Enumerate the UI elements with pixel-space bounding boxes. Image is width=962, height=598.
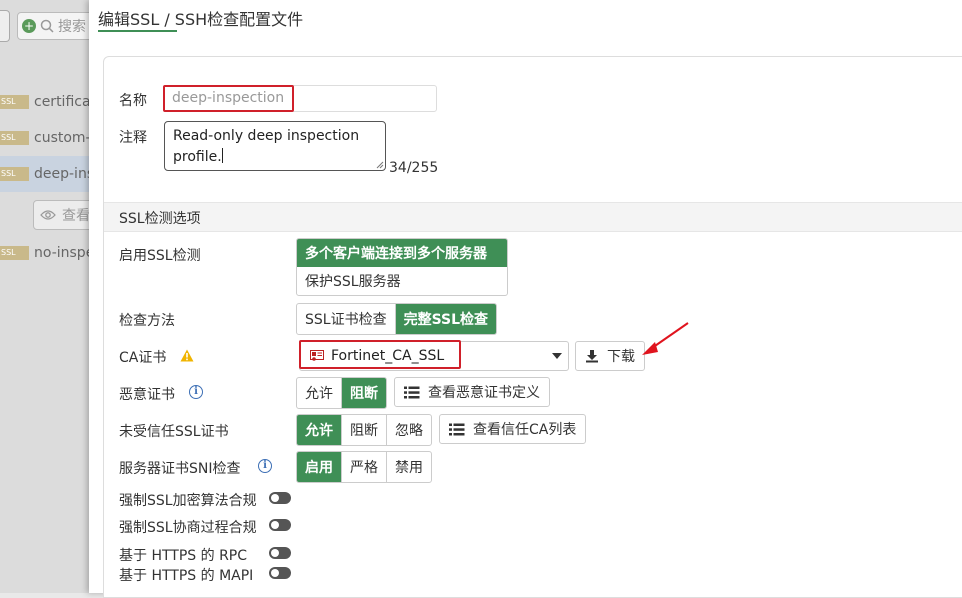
ssl-badge: SSL: [0, 131, 29, 145]
option-allow[interactable]: 允许: [297, 415, 342, 445]
list-item-label: certifica: [34, 94, 91, 110]
view-button-label: 查看: [62, 208, 90, 224]
enable-ssl-label: 启用SSL检测: [119, 248, 201, 264]
view-malicious-cert-button[interactable]: 查看恶意证书定义: [394, 377, 550, 407]
mapi-over-https-toggle[interactable]: [269, 567, 291, 579]
text-caret: [221, 148, 223, 163]
add-icon[interactable]: +: [22, 19, 36, 33]
option-ignore[interactable]: 忽略: [387, 415, 431, 445]
enforce-negotiation-compliance-toggle[interactable]: [269, 519, 291, 531]
enable-ssl-options: 多个客户端连接到多个服务器 保护SSL服务器: [296, 238, 508, 296]
option-block[interactable]: 阻断: [342, 378, 386, 408]
ca-cert-value: Fortinet_CA_SSL: [331, 348, 445, 364]
ca-cert-select[interactable]: Fortinet_CA_SSL: [299, 341, 569, 371]
option-full-ssl-inspection[interactable]: 完整SSL检查: [395, 304, 497, 334]
rpc-over-https-label: 基于 HTTPS 的 RPC: [119, 548, 248, 564]
certificate-icon: [310, 350, 324, 361]
download-label: 下载: [607, 349, 635, 365]
name-label: 名称: [119, 93, 147, 109]
untrusted-cert-group: 允许 阻断 忽略: [296, 414, 432, 446]
comment-text: Read-only deep inspection profile.: [173, 128, 360, 165]
malicious-cert-label: 恶意证书: [119, 387, 175, 403]
comment-label: 注释: [119, 130, 147, 146]
option-allow[interactable]: 允许: [297, 378, 342, 408]
option-multiple-clients[interactable]: 多个客户端连接到多个服务器: [297, 239, 507, 267]
list-item[interactable]: SSL custom-: [0, 120, 100, 156]
list-icon: [449, 423, 465, 435]
eye-icon: [40, 210, 56, 220]
ssl-badge: SSL: [0, 246, 29, 260]
enforce-cipher-compliance-toggle[interactable]: [269, 492, 291, 504]
list-icon: [404, 386, 420, 398]
edit-profile-dialog: 编辑SSL / SSH检查配置文件 名称 deep-inspection 注释 …: [89, 0, 962, 598]
list-item-label: deep-ins: [34, 166, 95, 182]
option-enable[interactable]: 启用: [297, 452, 342, 482]
list-item-label: custom-: [34, 130, 91, 146]
list-item-label: no-inspe: [34, 245, 95, 261]
dialog-title: 编辑SSL / SSH检查配置文件: [98, 10, 304, 29]
chevron-down-icon: [552, 353, 562, 359]
name-input[interactable]: deep-inspection: [163, 85, 437, 112]
option-protect-server[interactable]: 保护SSL服务器: [297, 267, 507, 295]
untrusted-cert-label: 未受信任SSL证书: [119, 424, 229, 440]
title-underline: [98, 30, 177, 32]
mapi-over-https-label: 基于 HTTPS 的 MAPI: [119, 568, 254, 584]
view-trusted-ca-button[interactable]: 查看信任CA列表: [439, 414, 587, 444]
ssl-options-section-header: SSL检测选项: [104, 202, 962, 232]
download-button[interactable]: 下载: [575, 341, 645, 371]
view-malicious-cert-label: 查看恶意证书定义: [428, 385, 540, 401]
ssl-badge: SSL: [0, 95, 29, 109]
list-item-selected[interactable]: SSL deep-ins: [0, 156, 100, 192]
resize-grip-icon[interactable]: [376, 161, 384, 169]
section-title: SSL检测选项: [119, 211, 201, 227]
warning-icon: [180, 349, 194, 362]
inspection-method-label: 检查方法: [119, 313, 175, 329]
info-icon[interactable]: i: [189, 385, 203, 399]
option-strict[interactable]: 严格: [342, 452, 387, 482]
info-icon[interactable]: i: [258, 459, 272, 473]
ssl-badge: SSL: [0, 167, 29, 181]
enforce-negotiation-compliance-label: 强制SSL协商过程合规: [119, 520, 257, 536]
comment-textarea[interactable]: Read-only deep inspection profile.: [164, 121, 386, 171]
sni-check-group: 启用 严格 禁用: [296, 451, 432, 483]
option-cert-inspection[interactable]: SSL证书检查: [297, 304, 396, 334]
option-block[interactable]: 阻断: [342, 415, 387, 445]
enforce-cipher-compliance-label: 强制SSL加密算法合规: [119, 493, 257, 509]
download-icon: [586, 350, 598, 363]
sni-check-label: 服务器证书SNI检查: [119, 461, 241, 477]
option-disable[interactable]: 禁用: [387, 452, 431, 482]
rpc-over-https-toggle[interactable]: [269, 547, 291, 559]
policy-list-panel: + 搜索 SSL certifica SSL custom- SSL deep-…: [0, 0, 107, 593]
collapse-button[interactable]: [0, 10, 10, 42]
inspection-method-group: SSL证书检查 完整SSL检查: [296, 303, 498, 335]
view-trusted-ca-label: 查看信任CA列表: [473, 422, 577, 438]
ca-cert-label: CA证书: [119, 350, 167, 366]
list-item[interactable]: SSL certifica: [0, 84, 100, 120]
list-item[interactable]: SSL no-inspe: [0, 235, 100, 271]
search-icon: [40, 19, 54, 33]
malicious-cert-group: 允许 阻断: [296, 377, 387, 409]
comment-counter: 34/255: [389, 160, 439, 176]
search-placeholder: 搜索: [58, 19, 86, 35]
